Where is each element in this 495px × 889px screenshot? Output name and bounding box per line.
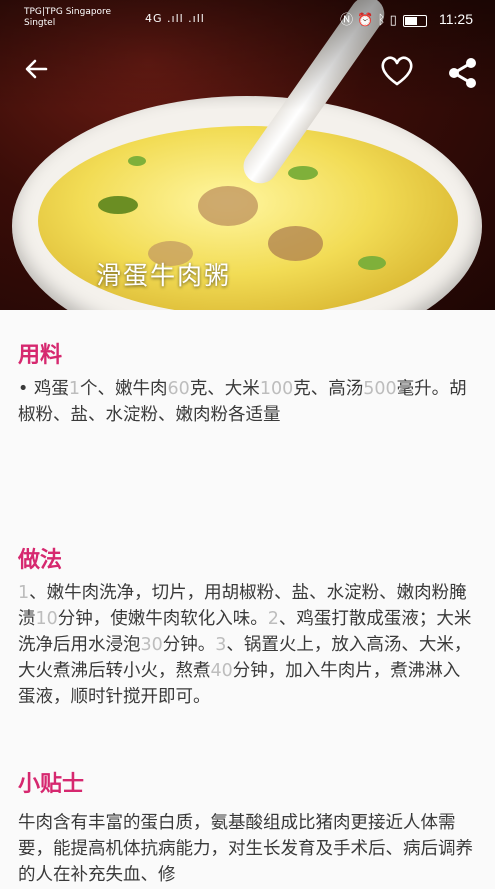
heart-outline-icon[interactable] (380, 55, 414, 91)
bluetooth-icon: ᛒ (377, 13, 386, 28)
method-title: 做法 (18, 548, 63, 573)
dish-title: 滑蛋牛肉粥 (96, 261, 232, 290)
battery-icon (402, 14, 427, 27)
quantity-number: 2 (267, 609, 279, 629)
text-segment: 分钟。 (162, 635, 216, 655)
alarm-icon: ⏰ (357, 13, 374, 28)
ingredients-text: • 鸡蛋1个、嫩牛肉60克、大米100克、高汤500毫升。胡椒粉、盐、水淀粉、嫩… (18, 376, 476, 428)
text-segment: 分钟，使嫩牛肉软化入味。 (57, 609, 268, 629)
quantity-number: 1 (18, 583, 30, 603)
tips-title: 小贴士 (18, 772, 85, 797)
text-segment: 个、嫩牛肉 (80, 379, 168, 399)
status-bar: TPG|TPG Singapore Singtel 4G .ıll .ıll Ⓝ… (0, 0, 495, 34)
signal-indicator: 4G .ıll .ıll (145, 12, 205, 25)
vibrate-icon: ▯ (389, 13, 397, 28)
quantity-number: 3 (215, 635, 227, 655)
quantity-number: 1 (68, 379, 81, 399)
quantity-number: 40 (210, 661, 233, 681)
status-time: 11:25 (439, 11, 473, 27)
nfc-icon: Ⓝ (340, 13, 354, 28)
hero-image: 滑蛋牛肉粥 (0, 0, 495, 310)
ingredients-title: 用料 (18, 343, 63, 368)
carrier-info: TPG|TPG Singapore Singtel (24, 7, 112, 28)
method-text: 1、嫩牛肉洗净，切片，用胡椒粉、盐、水淀粉、嫩肉粉腌渍10分钟，使嫩牛肉软化入味… (18, 580, 476, 710)
quantity-number: 30 (140, 635, 163, 655)
quantity-number: 100 (259, 379, 294, 399)
text-segment: 克、高汤 (293, 379, 364, 399)
share-icon[interactable] (447, 57, 479, 93)
text-segment: • 鸡蛋 (18, 379, 69, 399)
quantity-number: 60 (167, 379, 190, 399)
quantity-number: 10 (35, 609, 58, 629)
tips-text: 牛肉含有丰富的蛋白质，氨基酸组成比猪肉更接近人体需要，能提高机体抗病能力，对生长… (18, 813, 473, 885)
text-segment: 克、大米 (189, 379, 260, 399)
back-arrow-icon[interactable] (22, 55, 50, 89)
quantity-number: 500 (363, 379, 397, 399)
